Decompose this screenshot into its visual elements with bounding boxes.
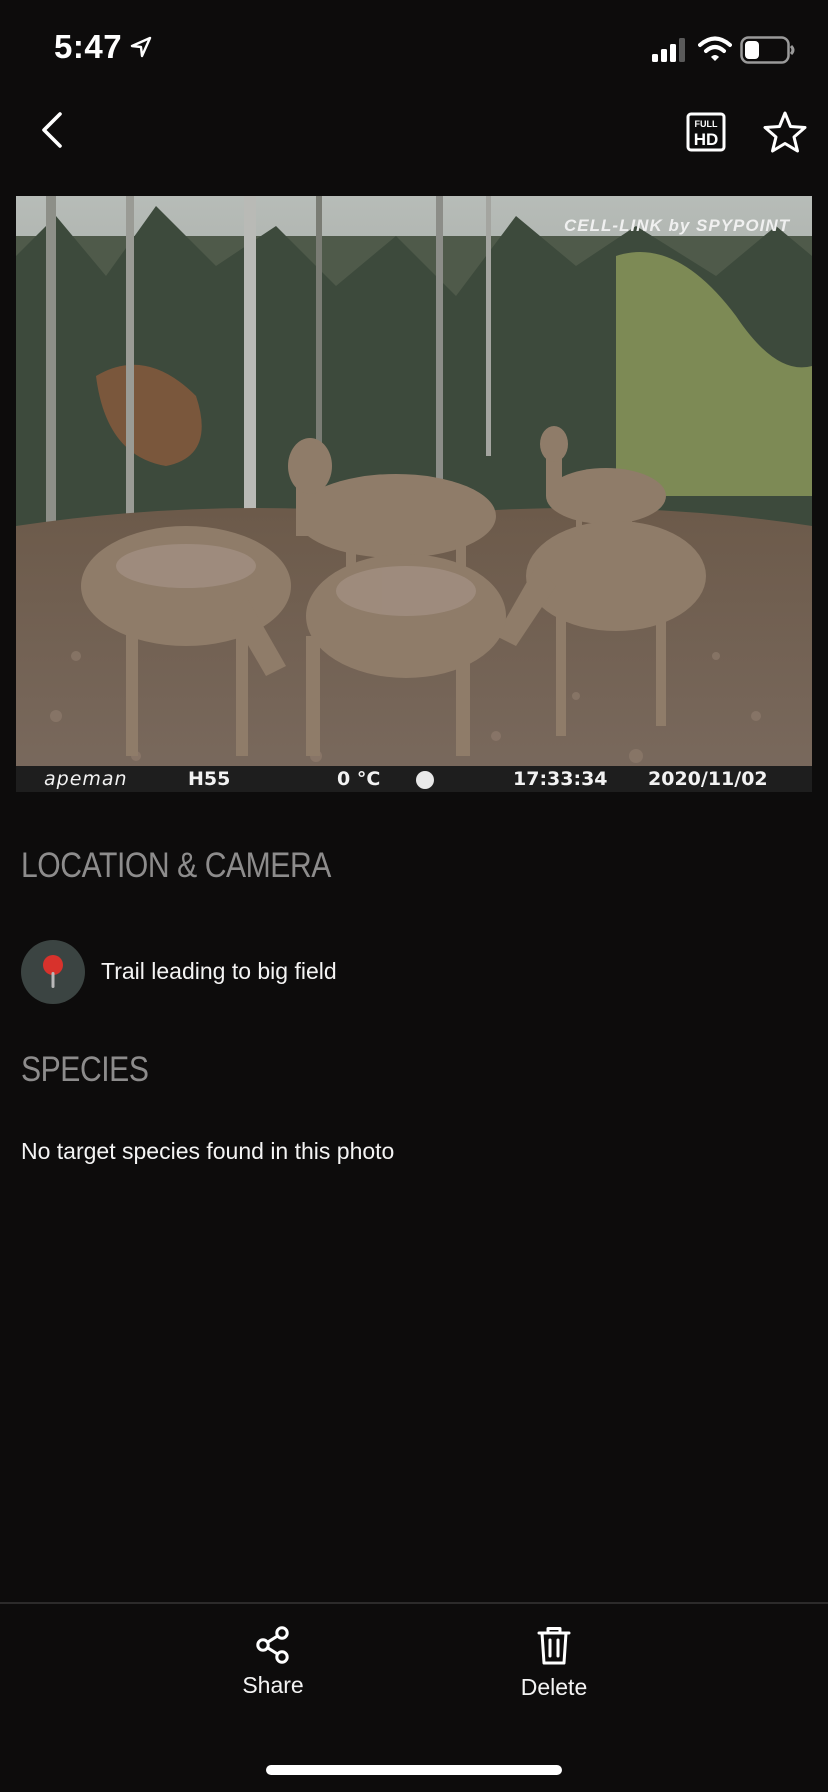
temperature-reading: 0 °C xyxy=(337,768,381,790)
back-button[interactable] xyxy=(36,104,72,156)
full-hd-icon: FULL HD xyxy=(686,112,726,152)
camera-model: H55 xyxy=(188,768,231,790)
map-pin-icon xyxy=(43,955,63,988)
species-heading: SPECIES xyxy=(21,1050,149,1089)
brand-watermark: CELL-LINK by SPYPOINT xyxy=(564,216,790,235)
home-indicator[interactable] xyxy=(266,1765,562,1775)
bottom-divider xyxy=(0,1602,828,1604)
delete-button[interactable]: Delete xyxy=(484,1626,624,1706)
capture-date: 2020/11/02 xyxy=(648,768,768,790)
share-button[interactable]: Share xyxy=(203,1626,343,1706)
camera-info-bar: apeman H55 0 °C 17:33:34 2020/11/02 xyxy=(16,766,812,792)
camera-name: apeman xyxy=(44,768,128,790)
location-camera-heading: LOCATION & CAMERA xyxy=(21,846,331,885)
delete-label: Delete xyxy=(520,1674,588,1700)
wifi-icon xyxy=(698,36,732,61)
location-pin-badge xyxy=(21,940,85,1004)
hd-label-top: FULL xyxy=(695,119,718,129)
share-label: Share xyxy=(242,1672,304,1698)
species-message: No target species found in this photo xyxy=(21,1138,395,1164)
hd-label-bottom: HD xyxy=(694,130,719,149)
location-name: Trail leading to big field xyxy=(101,958,337,984)
capture-time: 17:33:34 xyxy=(513,768,608,790)
cellular-signal-icon xyxy=(652,38,685,62)
battery-icon xyxy=(740,36,795,64)
forest-deer-scene xyxy=(16,196,812,792)
status-bar: 5:47 xyxy=(0,0,828,100)
trash-icon xyxy=(537,1627,571,1665)
favorite-star-button[interactable] xyxy=(762,110,808,154)
moon-phase-icon xyxy=(416,771,434,789)
full-hd-button[interactable]: FULL HD xyxy=(686,112,726,152)
share-icon xyxy=(256,1626,289,1664)
status-time: 5:47 xyxy=(54,28,123,65)
trail-camera-photo[interactable]: CELL-LINK by SPYPOINT apeman H55 0 °C 17… xyxy=(16,196,812,792)
location-arrow-icon xyxy=(130,36,152,58)
